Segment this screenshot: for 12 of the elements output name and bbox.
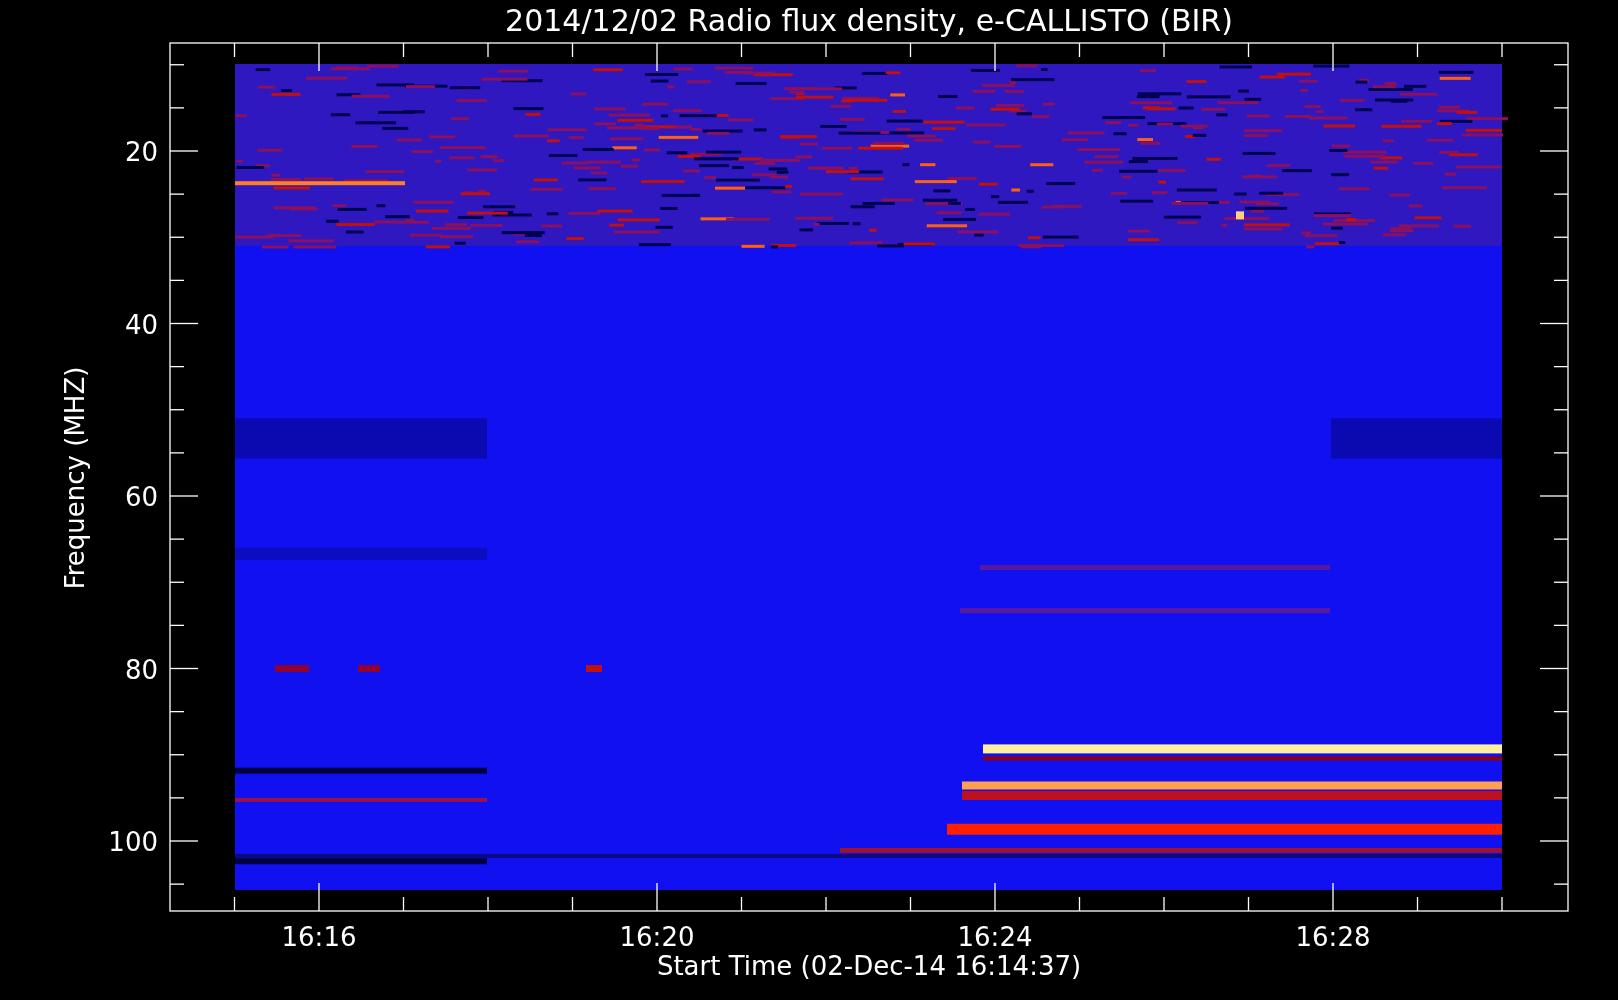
y-tick-label: 80: [124, 654, 158, 685]
chart-title: 2014/12/02 Radio flux density, e-CALLISTO (BIR): [505, 3, 1233, 38]
y-tick-label: 40: [124, 309, 158, 340]
y-tick-label: 60: [124, 482, 158, 512]
x-axis-label: Start Time (02-Dec-14 16:14:37): [656, 951, 1082, 981]
y-axis-label: Frequency (MHZ): [60, 366, 90, 590]
x-tick-label: 16:20: [619, 922, 695, 952]
x-tick-label: 16:28: [1295, 922, 1371, 952]
x-tick-label: 16:16: [281, 922, 357, 952]
x-tick-label: 16:24: [957, 922, 1033, 952]
y-tick-label: 100: [108, 827, 158, 857]
y-tick-label: 20: [124, 137, 158, 167]
